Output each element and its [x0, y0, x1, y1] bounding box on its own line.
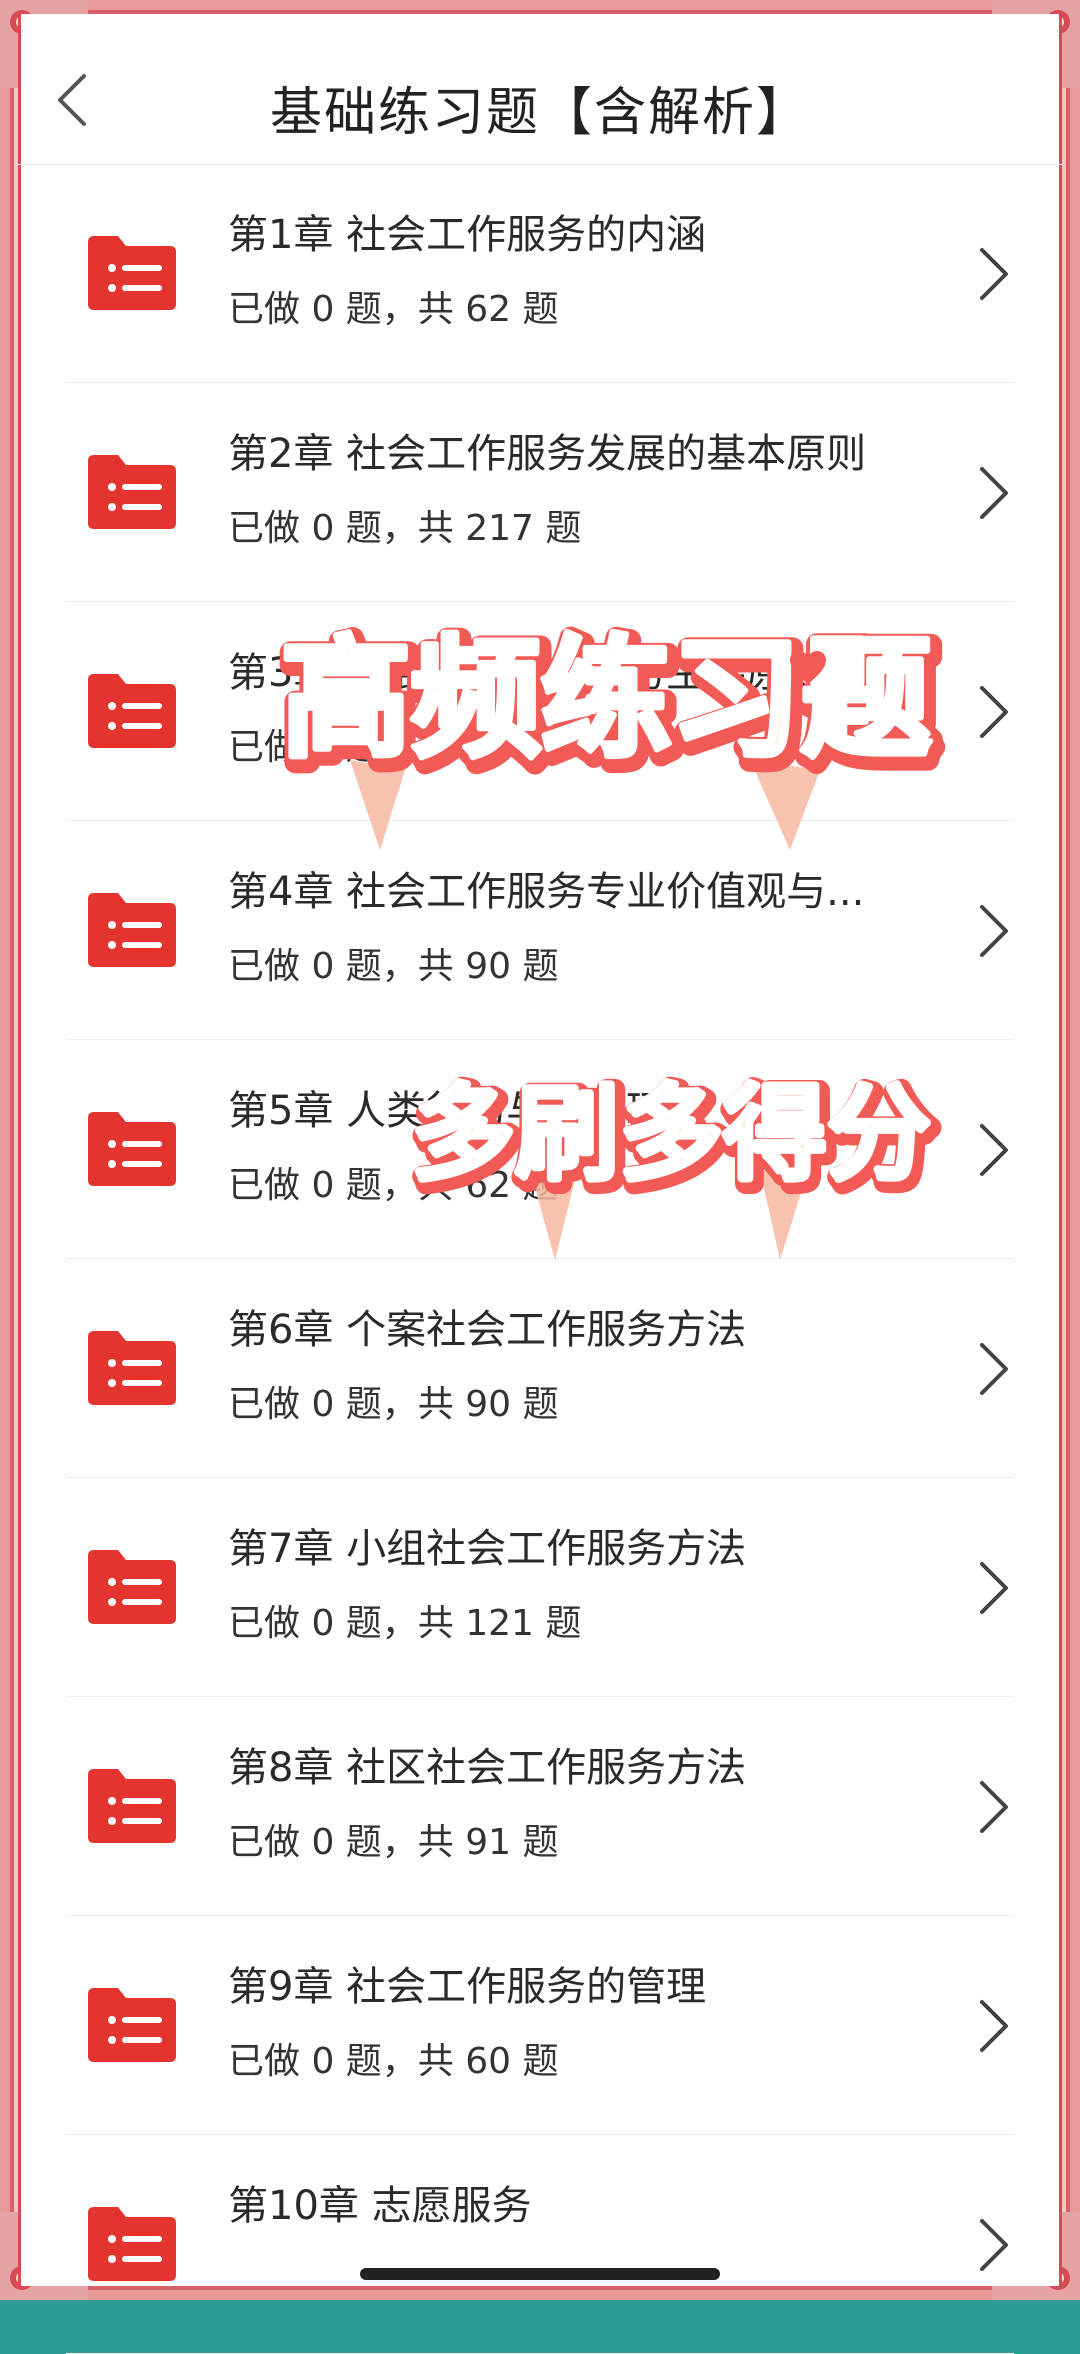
chapter-progress: 已做 0 题，共 62 题 [228, 1165, 559, 1206]
chapter-title: 第7章 小组社会工作服务方法 [228, 1526, 747, 1572]
chevron-right-icon [980, 1781, 1008, 1833]
chapter-row-6[interactable]: 第6章 个案社会工作服务方法 已做 0 题，共 90 题 [66, 1259, 1014, 1478]
chapter-progress: 已做 0 题，共 60 题 [228, 2041, 559, 2082]
chapter-title: 第8章 社区社会工作服务方法 [228, 1745, 747, 1791]
chapter-title: 第5章 人类行为与社会环境 [228, 1088, 707, 1134]
chapter-title: 第2章 社会工作服务发展的基本原则 [228, 431, 867, 477]
chevron-right-icon [980, 248, 1008, 300]
chapter-progress: 已做 0 题，共 90 题 [228, 1384, 559, 1425]
chapter-row-5[interactable]: 第5章 人类行为与社会环境 已做 0 题，共 62 题 [66, 1040, 1014, 1259]
list-folder-icon [88, 674, 176, 748]
chapter-progress: 已做 0 题，共 62 题 [228, 289, 559, 330]
list-folder-icon [88, 455, 176, 529]
chapter-row-10[interactable]: 第10章 志愿服务 [66, 2135, 1014, 2354]
chapter-row-3[interactable]: 第3章 开展社会工作服务主要原则 已做 0 题，共 35 题 [66, 602, 1014, 821]
chapter-row-9[interactable]: 第9章 社会工作服务的管理 已做 0 题，共 60 题 [66, 1916, 1014, 2135]
app-header: 基础练习题【含解析】 [18, 14, 1062, 165]
page-title: 基础练习题【含解析】 [269, 83, 810, 143]
chapter-title: 第1章 社会工作服务的内涵 [228, 212, 707, 258]
chevron-right-icon [980, 1343, 1008, 1395]
list-folder-icon [88, 1112, 176, 1186]
chevron-right-icon [980, 1562, 1008, 1614]
chapter-progress: 已做 0 题，共 91 题 [228, 1822, 559, 1863]
chevron-right-icon [980, 467, 1008, 519]
chapter-progress: 已做 0 题，共 35 题 [228, 727, 559, 768]
chevron-right-icon [980, 2000, 1008, 2052]
chapter-title: 第10章 志愿服务 [228, 2183, 532, 2229]
chapter-row-1[interactable]: 第1章 社会工作服务的内涵 已做 0 题，共 62 题 [66, 164, 1014, 383]
list-folder-icon [88, 1550, 176, 1624]
chapter-title: 第3章 开展社会工作服务主要原则 [228, 650, 827, 696]
chevron-right-icon [980, 686, 1008, 738]
list-folder-icon [88, 2207, 176, 2281]
list-folder-icon [88, 1331, 176, 1405]
chapter-row-8[interactable]: 第8章 社区社会工作服务方法 已做 0 题，共 91 题 [66, 1697, 1014, 1916]
chapter-title: 第6章 个案社会工作服务方法 [228, 1307, 747, 1353]
chevron-right-icon [980, 2219, 1008, 2271]
chapter-progress: 已做 0 题，共 90 题 [228, 946, 559, 987]
list-folder-icon [88, 1769, 176, 1843]
chapter-progress: 已做 0 题，共 121 题 [228, 1603, 582, 1644]
list-folder-icon [88, 893, 176, 967]
chapter-list: 第1章 社会工作服务的内涵 已做 0 题，共 62 题 第2章 社会工作服务发展… [18, 164, 1062, 2354]
chapter-title: 第4章 社会工作服务专业价值观与... [228, 869, 865, 915]
chevron-right-icon [980, 1124, 1008, 1176]
home-indicator[interactable] [360, 2268, 720, 2280]
chevron-right-icon [980, 905, 1008, 957]
chapter-row-2[interactable]: 第2章 社会工作服务发展的基本原则 已做 0 题，共 217 题 [66, 383, 1014, 602]
chapter-row-7[interactable]: 第7章 小组社会工作服务方法 已做 0 题，共 121 题 [66, 1478, 1014, 1697]
list-folder-icon [88, 236, 176, 310]
chapter-row-4[interactable]: 第4章 社会工作服务专业价值观与... 已做 0 题，共 90 题 [66, 821, 1014, 1040]
list-folder-icon [88, 1988, 176, 2062]
chapter-title: 第9章 社会工作服务的管理 [228, 1964, 707, 2010]
chapter-progress: 已做 0 题，共 217 题 [228, 508, 582, 549]
